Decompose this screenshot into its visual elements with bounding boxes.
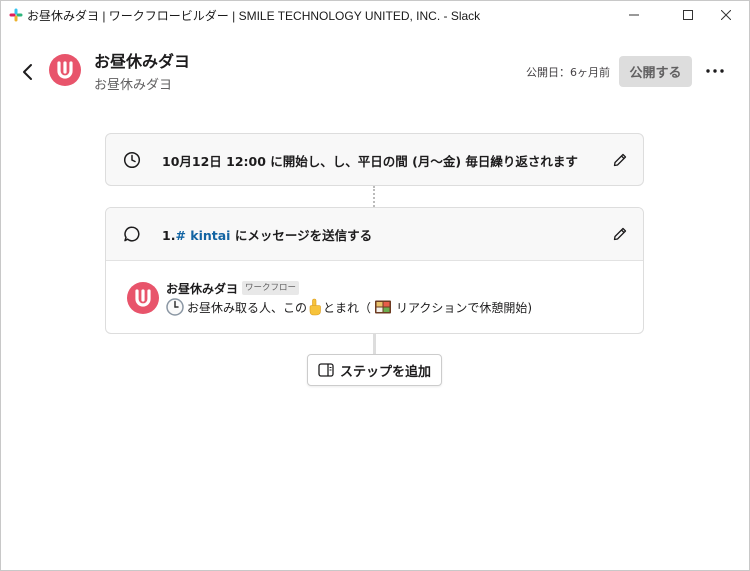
- minimize-button[interactable]: [611, 1, 657, 29]
- add-step-label: ステップを追加: [339, 363, 431, 379]
- close-icon: [721, 10, 731, 20]
- message-bubble-icon: [122, 224, 142, 244]
- add-step-panel-icon: [318, 363, 334, 377]
- step-connector: [373, 186, 375, 207]
- clock-emoji-icon: [166, 298, 184, 316]
- more-horizontal-icon: [706, 69, 724, 73]
- app-window: お昼休みダヨ | ワークフロービルダー | SMILE TECHNOLOGY U…: [0, 0, 750, 571]
- add-step-connector: [373, 334, 376, 354]
- workflow-subtitle: お昼休みダヨ: [94, 78, 173, 93]
- back-button[interactable]: [17, 59, 39, 85]
- step-card[interactable]: 1.# kintai にメッセージを送信する お昼休みダヨ ワークフロー お昼休…: [105, 207, 644, 334]
- workflow-logo-icon: [57, 61, 73, 79]
- step-header: 1.# kintai にメッセージを送信する: [106, 208, 643, 261]
- workflow-badge: ワークフロー: [242, 281, 300, 295]
- publish-button[interactable]: 公開する: [619, 56, 692, 87]
- slack-logo-icon: [9, 8, 23, 22]
- minimize-icon: [629, 14, 639, 16]
- window-title: お昼休みダヨ | ワークフロービルダー | SMILE TECHNOLOGY U…: [27, 9, 481, 23]
- close-button[interactable]: [703, 1, 749, 29]
- message-text-3: リアクションで休憩開始): [396, 300, 533, 315]
- chevron-left-icon: [23, 64, 32, 80]
- sender-avatar: [127, 282, 159, 314]
- message-text-2: とまれ（: [323, 300, 372, 315]
- workflow-title: お昼休みダヨ: [94, 52, 191, 71]
- step-number: 1.: [162, 228, 176, 243]
- message-text-1: お昼休み取る人、この: [187, 300, 308, 315]
- edit-step-button[interactable]: [610, 224, 630, 244]
- workflow-logo-icon: [135, 289, 151, 307]
- clock-icon: [122, 150, 142, 170]
- title-bar: お昼休みダヨ | ワークフロービルダー | SMILE TECHNOLOGY U…: [1, 1, 749, 29]
- more-options-button[interactable]: [703, 61, 727, 81]
- published-date: 公開日：6ヶ月前: [526, 66, 610, 79]
- workflow-avatar: [49, 54, 81, 86]
- channel-link[interactable]: # kintai: [175, 228, 230, 243]
- pencil-icon: [613, 227, 627, 241]
- bento-box-emoji-icon: [374, 299, 392, 315]
- pencil-icon: [613, 153, 627, 167]
- trigger-description: 10月12日 12:00 に開始し、し、平日の間 (月〜金) 毎日繰り返されます: [162, 154, 578, 169]
- step-action: にメッセージを送信する: [230, 228, 373, 243]
- maximize-icon: [683, 10, 693, 20]
- sender-name: お昼休みダヨ: [166, 282, 239, 296]
- add-step-button[interactable]: ステップを追加: [307, 354, 442, 386]
- edit-trigger-button[interactable]: [610, 150, 630, 170]
- trigger-card[interactable]: 10月12日 12:00 に開始し、し、平日の間 (月〜金) 毎日繰り返されます: [105, 133, 644, 186]
- pointing-up-emoji-icon: [307, 298, 323, 316]
- step-title: 1.# kintai にメッセージを送信する: [162, 225, 372, 244]
- message-preview: お昼休み取る人、この とまれ（ リアクションで休憩開始): [166, 298, 532, 316]
